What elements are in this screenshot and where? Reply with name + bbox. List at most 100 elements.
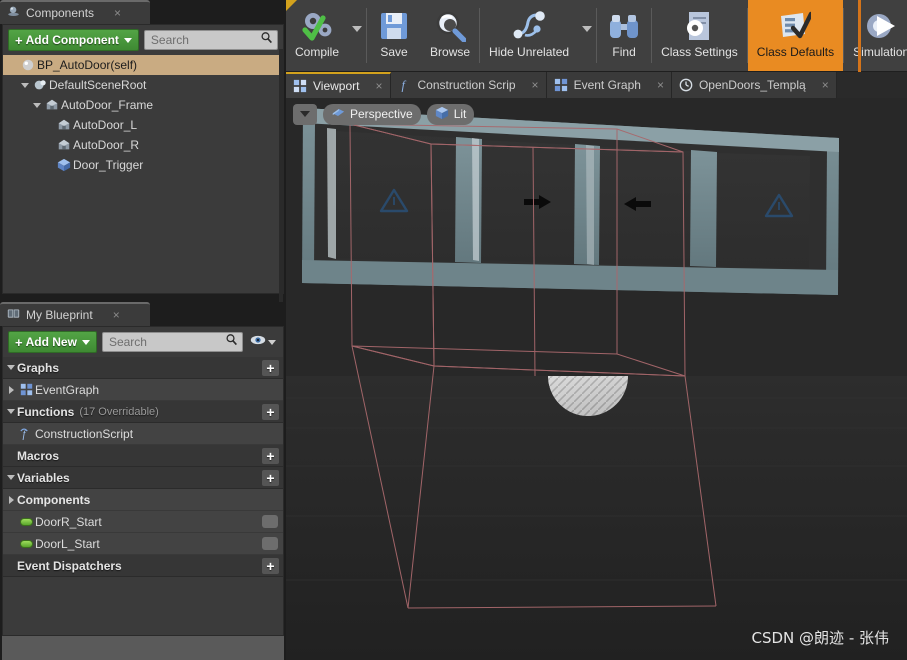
- expand-arrow-right-icon[interactable]: [5, 495, 17, 504]
- my-blueprint-section-header[interactable]: Graphs +: [3, 357, 283, 379]
- my-blueprint-section-header[interactable]: Variables +: [3, 467, 283, 489]
- search-placeholder: Search: [108, 335, 147, 349]
- camera-icon: [331, 107, 345, 121]
- variable-pin-icon: [19, 539, 33, 548]
- variable-visibility-toggle[interactable]: [262, 537, 278, 550]
- toolbar-button-browse[interactable]: Browse: [421, 0, 479, 71]
- add-section-item-button[interactable]: +: [262, 557, 279, 574]
- my-blueprint-list-item[interactable]: Components: [3, 489, 283, 511]
- close-icon[interactable]: ×: [532, 78, 539, 92]
- component-tree-item[interactable]: DefaultSceneRoot: [3, 75, 283, 95]
- viewport-options-dropdown[interactable]: [293, 103, 317, 125]
- document-tab-opendoors-templ-[interactable]: OpenDoors_Templą ×: [671, 72, 837, 98]
- toolbar-right-accent: [858, 0, 861, 72]
- add-section-item-button[interactable]: +: [262, 469, 279, 486]
- toolbar-button-label: Find: [612, 45, 636, 59]
- my-blueprint-section-subtext: (17 Overridable): [79, 405, 159, 418]
- chevron-down-icon: [352, 25, 363, 32]
- tab-components[interactable]: Components ×: [0, 0, 150, 24]
- close-icon[interactable]: ×: [657, 78, 664, 92]
- component-tree-item[interactable]: AutoDoor_R: [3, 135, 283, 155]
- add-section-item-button[interactable]: +: [262, 359, 279, 376]
- plus-icon: +: [15, 334, 23, 350]
- toolbar-corner-accent: [286, 0, 297, 11]
- my-blueprint-search-input[interactable]: Search: [101, 332, 243, 352]
- my-blueprint-section-header[interactable]: Macros +: [3, 445, 283, 467]
- expand-arrow-down-icon[interactable]: [31, 102, 43, 108]
- eye-icon: [250, 333, 266, 351]
- toolbar-button-hide-unrelated[interactable]: Hide Unrelated: [480, 0, 578, 71]
- expand-arrow-down-icon[interactable]: [5, 409, 17, 414]
- gear-play-icon: [865, 6, 897, 46]
- camera-mode-button[interactable]: Perspective: [323, 103, 421, 125]
- compile-gears-check-icon: [301, 6, 333, 46]
- toolbar-button-find[interactable]: Find: [597, 0, 651, 71]
- close-icon[interactable]: ×: [822, 78, 829, 92]
- document-tab-label: OpenDoors_Templą: [698, 78, 806, 92]
- add-new-button[interactable]: + Add New: [8, 331, 97, 353]
- my-blueprint-section-label: Functions: [17, 404, 75, 419]
- component-tree-item[interactable]: AutoDoor_L: [3, 115, 283, 135]
- variable-visibility-toggle[interactable]: [262, 515, 278, 528]
- svg-text:f: f: [401, 78, 406, 92]
- my-blueprint-section-label: Event Dispatchers: [17, 558, 122, 573]
- document-tab-viewport[interactable]: Viewport ×: [286, 72, 391, 98]
- visibility-options-button[interactable]: [248, 332, 278, 352]
- toolbar-button-save[interactable]: Save: [367, 0, 421, 71]
- my-blueprint-list-item[interactable]: DoorL_Start: [3, 533, 283, 555]
- my-blueprint-section-header[interactable]: Functions (17 Overridable) +: [3, 401, 283, 423]
- my-blueprint-list-item-label: DoorR_Start: [35, 514, 102, 529]
- my-blueprint-section-label: Graphs: [17, 360, 60, 375]
- close-icon[interactable]: ×: [114, 7, 121, 19]
- my-blueprint-list-item-label: DoorL_Start: [35, 536, 100, 551]
- components-scrollbar[interactable]: [279, 49, 283, 321]
- view-mode-button[interactable]: Lit: [426, 103, 475, 125]
- plus-icon: +: [15, 32, 23, 48]
- add-section-item-button[interactable]: +: [262, 403, 279, 420]
- my-blueprint-empty-area: [2, 636, 284, 660]
- my-blueprint-list-item[interactable]: DoorR_Start: [3, 511, 283, 533]
- component-tree-item-label: Door_Trigger: [73, 158, 144, 172]
- toolbar-button-label: Class Settings: [661, 45, 738, 59]
- component-tree-item[interactable]: BP_AutoDoor(self): [3, 55, 283, 75]
- magnifier-icon: [434, 6, 467, 46]
- mesh-icon: [55, 118, 73, 132]
- my-blueprint-list-item-label: EventGraph: [35, 382, 100, 397]
- viewport-3d-scene: [286, 98, 907, 660]
- tab-my-blueprint[interactable]: My Blueprint ×: [0, 302, 150, 326]
- view-mode-label: Lit: [453, 107, 467, 121]
- close-icon[interactable]: ×: [113, 309, 120, 321]
- my-blueprint-list-item[interactable]: EventGraph: [3, 379, 283, 401]
- my-blueprint-list-item[interactable]: f ConstructionScript: [3, 423, 283, 445]
- chevron-down-icon: [123, 37, 132, 43]
- variable-icon: [17, 539, 35, 548]
- toolbar-button-dropdown-hide-unrelated[interactable]: [578, 0, 596, 71]
- document-tab-construction-scrip[interactable]: f Construction Scrip ×: [390, 72, 547, 98]
- toolbar-button-class-defaults[interactable]: Class Defaults: [747, 0, 844, 71]
- viewport[interactable]: Perspective Lit CSDN @朗迹 - 张伟: [286, 98, 907, 660]
- component-tree-item[interactable]: AutoDoor_Frame: [3, 95, 283, 115]
- box-collision-icon: [55, 158, 73, 172]
- expand-arrow-down-icon[interactable]: [19, 82, 31, 88]
- expand-arrow-down-icon[interactable]: [5, 365, 17, 370]
- expand-arrow-right-icon[interactable]: [5, 385, 17, 394]
- close-icon[interactable]: ×: [375, 79, 382, 93]
- component-tree-item[interactable]: Door_Trigger: [3, 155, 283, 175]
- function-icon: f: [17, 427, 35, 440]
- component-tree-item-label: BP_AutoDoor(self): [37, 58, 138, 72]
- add-component-button[interactable]: + Add Component: [8, 29, 139, 51]
- toolbar-button-label: Hide Unrelated: [489, 45, 570, 59]
- expand-arrow-down-icon[interactable]: [5, 475, 17, 480]
- toolbar-button-dropdown-compile[interactable]: [348, 0, 366, 71]
- my-blueprint-section-label: Variables: [17, 470, 70, 485]
- add-new-label: Add New: [25, 335, 77, 349]
- components-search-input[interactable]: Search: [143, 30, 278, 50]
- document-tab-event-graph[interactable]: Event Graph ×: [546, 72, 672, 98]
- my-blueprint-section-header[interactable]: Event Dispatchers +: [3, 555, 283, 577]
- floppy-disk-icon: [378, 6, 410, 46]
- toolbar-button-class-settings[interactable]: Class Settings: [652, 0, 747, 71]
- scene-root-icon: [31, 78, 49, 92]
- toolbar-button-simulation[interactable]: Simulation: [844, 0, 907, 71]
- toolbar-button-label: Save: [380, 45, 408, 59]
- add-section-item-button[interactable]: +: [262, 447, 279, 464]
